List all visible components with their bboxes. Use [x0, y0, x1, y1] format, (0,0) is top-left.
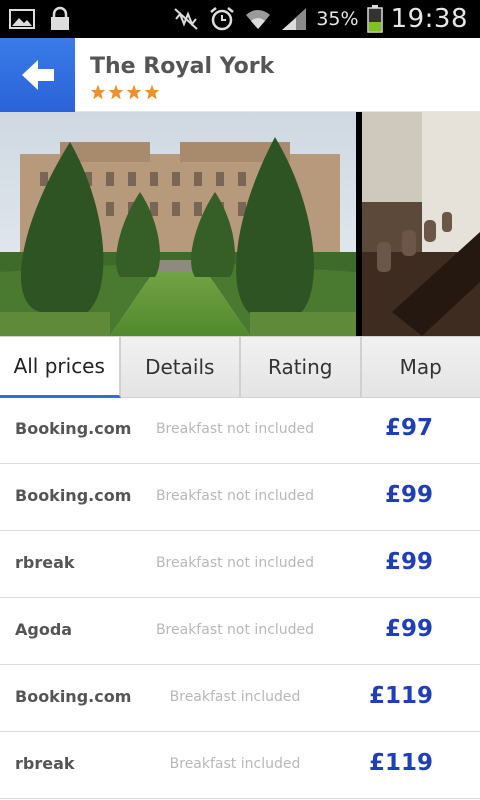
- alarm-icon: [210, 7, 235, 31]
- photo-gallery[interactable]: [0, 112, 480, 336]
- star-icon: [144, 84, 160, 100]
- status-bar: 35% 19:38: [0, 0, 480, 38]
- back-button[interactable]: [0, 38, 75, 112]
- price-row[interactable]: Booking.com Breakfast not included £99: [0, 464, 480, 531]
- mute-icon: [174, 8, 199, 30]
- price-list: Booking.com Breakfast not included £97 B…: [0, 397, 480, 799]
- price-row[interactable]: Booking.com Breakfast included £119: [0, 665, 480, 732]
- hotel-title: The Royal York: [90, 54, 275, 79]
- price-value: £97: [384, 415, 433, 441]
- price-row[interactable]: Agoda Breakfast not included £99: [0, 598, 480, 665]
- star-icon: [108, 84, 124, 100]
- price-row[interactable]: Booking.com Breakfast not included £97: [0, 397, 480, 464]
- price-row[interactable]: rbreak Breakfast included £119: [0, 732, 480, 799]
- wifi-icon: [246, 10, 271, 29]
- gallery-icon: [9, 9, 35, 29]
- tab-map[interactable]: Map: [361, 336, 480, 398]
- price-value: £99: [384, 549, 433, 575]
- battery-percent: 35%: [316, 8, 359, 30]
- price-value: £119: [368, 683, 433, 709]
- battery-icon: [366, 5, 383, 33]
- lock-icon: [51, 6, 69, 30]
- hotel-garden-photo[interactable]: [0, 112, 356, 336]
- price-value: £99: [384, 482, 433, 508]
- conference-room-photo[interactable]: [362, 112, 480, 336]
- tab-details[interactable]: Details: [120, 336, 241, 398]
- tab-rating[interactable]: Rating: [241, 336, 362, 398]
- price-value: £99: [384, 616, 433, 642]
- clock-time: 19:38: [390, 4, 468, 34]
- back-arrow-icon: [21, 60, 54, 90]
- star-icon: [126, 84, 142, 100]
- price-value: £119: [368, 750, 433, 776]
- price-row[interactable]: rbreak Breakfast not included £99: [0, 531, 480, 598]
- tab-bar: All prices Details Rating Map: [0, 336, 480, 398]
- signal-icon: [282, 8, 307, 30]
- star-icon: [90, 84, 106, 100]
- hotel-header: The Royal York: [0, 38, 480, 112]
- tab-all-prices[interactable]: All prices: [0, 336, 121, 398]
- star-rating: [90, 84, 160, 100]
